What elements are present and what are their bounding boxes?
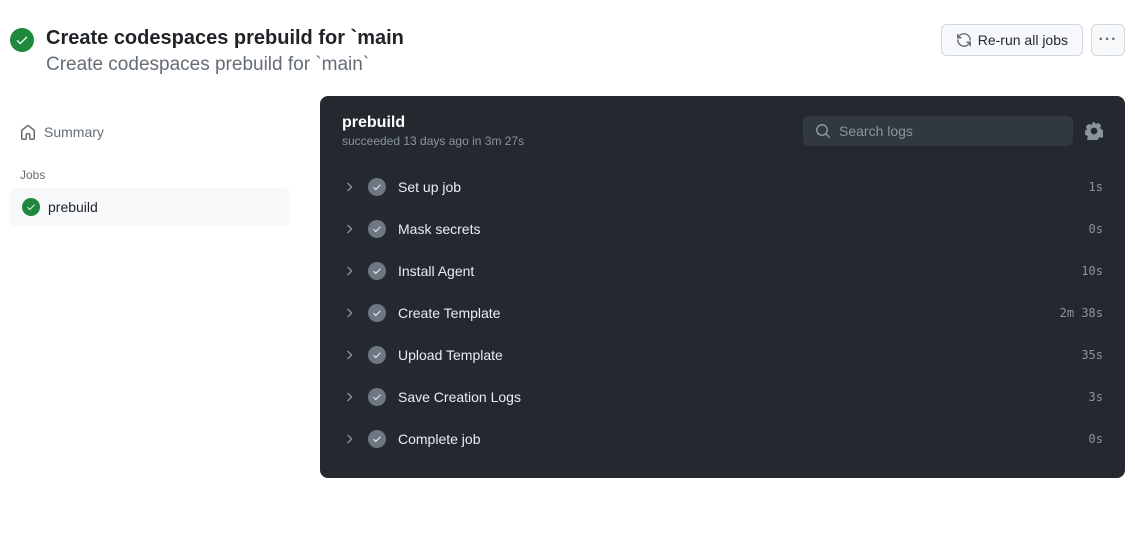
step-label: Complete job (398, 431, 1077, 447)
rerun-all-jobs-button[interactable]: Re-run all jobs (941, 24, 1083, 56)
step-status-icon (368, 388, 386, 406)
workflow-subtitle: Create codespaces prebuild for `main` (46, 54, 404, 76)
step-duration: 10s (1081, 264, 1103, 278)
chevron-right-icon (342, 222, 356, 236)
gear-icon[interactable] (1085, 122, 1103, 140)
panel-subtitle: succeeded 13 days ago in 3m 27s (342, 134, 524, 148)
steps-list: Set up job 1s Mask secrets 0s Install Ag… (320, 162, 1125, 478)
job-status-icon (22, 198, 40, 216)
sync-icon (956, 32, 972, 48)
step-label: Set up job (398, 179, 1077, 195)
step-duration: 1s (1089, 180, 1103, 194)
step-status-icon (368, 430, 386, 448)
step-status-icon (368, 304, 386, 322)
chevron-right-icon (342, 348, 356, 362)
step-status-icon (368, 262, 386, 280)
sidebar-job-prebuild[interactable]: prebuild (10, 188, 290, 226)
step-status-icon (368, 220, 386, 238)
step-duration: 3s (1089, 390, 1103, 404)
home-icon (20, 124, 36, 140)
search-input[interactable] (839, 123, 1061, 139)
page-header: Create codespaces prebuild for `main Cre… (10, 16, 1125, 96)
rerun-label: Re-run all jobs (978, 32, 1068, 48)
step-row[interactable]: Mask secrets 0s (330, 208, 1115, 250)
chevron-right-icon (342, 432, 356, 446)
chevron-right-icon (342, 390, 356, 404)
kebab-icon: ··· (1099, 31, 1118, 49)
search-icon (815, 123, 831, 139)
step-label: Save Creation Logs (398, 389, 1077, 405)
workflow-status-icon (10, 28, 34, 52)
step-label: Mask secrets (398, 221, 1077, 237)
step-status-icon (368, 178, 386, 196)
sidebar-summary-label: Summary (44, 124, 104, 140)
step-row[interactable]: Upload Template 35s (330, 334, 1115, 376)
sidebar-job-label: prebuild (48, 199, 98, 215)
step-row[interactable]: Save Creation Logs 3s (330, 376, 1115, 418)
chevron-right-icon (342, 306, 356, 320)
more-actions-button[interactable]: ··· (1091, 24, 1125, 56)
sidebar-jobs-heading: Jobs (10, 148, 290, 188)
step-label: Upload Template (398, 347, 1069, 363)
step-row[interactable]: Create Template 2m 38s (330, 292, 1115, 334)
step-duration: 35s (1081, 348, 1103, 362)
step-duration: 0s (1089, 432, 1103, 446)
chevron-right-icon (342, 264, 356, 278)
sidebar: Summary Jobs prebuild (10, 96, 290, 226)
log-panel: prebuild succeeded 13 days ago in 3m 27s… (320, 96, 1125, 478)
chevron-right-icon (342, 180, 356, 194)
panel-title: prebuild (342, 114, 524, 132)
step-label: Install Agent (398, 263, 1069, 279)
step-status-icon (368, 346, 386, 364)
step-row[interactable]: Install Agent 10s (330, 250, 1115, 292)
sidebar-summary[interactable]: Summary (10, 116, 290, 148)
step-row[interactable]: Complete job 0s (330, 418, 1115, 460)
search-logs[interactable] (803, 116, 1073, 146)
step-duration: 0s (1089, 222, 1103, 236)
step-duration: 2m 38s (1060, 306, 1103, 320)
step-row[interactable]: Set up job 1s (330, 166, 1115, 208)
workflow-title: Create codespaces prebuild for `main (46, 24, 404, 52)
step-label: Create Template (398, 305, 1048, 321)
